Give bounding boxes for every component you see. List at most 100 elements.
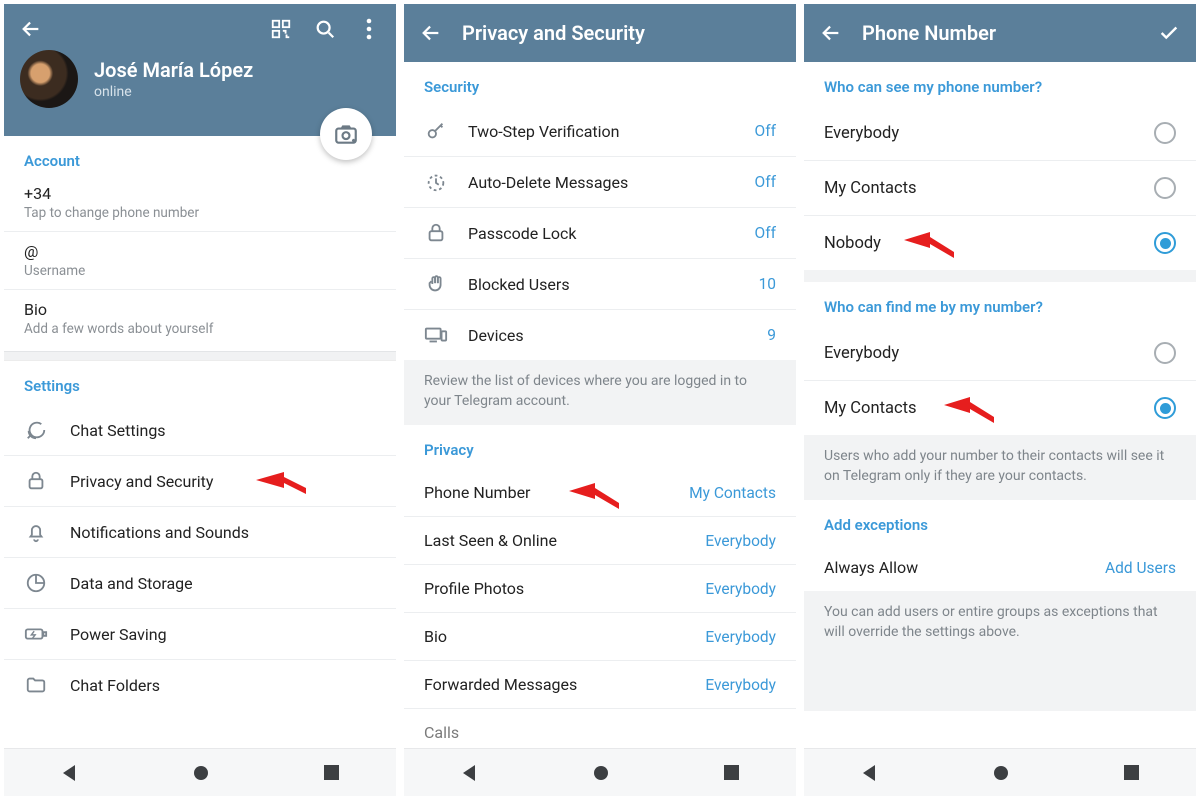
nav-back-icon[interactable] [460, 763, 480, 783]
twostep-row[interactable]: Two-Step Verification Off [404, 106, 796, 157]
folder-icon [24, 674, 48, 696]
chat-icon [24, 419, 48, 441]
see-header: Who can see my phone number? [804, 62, 1196, 106]
devices-row[interactable]: Devices 9 [404, 310, 796, 360]
radio-icon [1154, 342, 1176, 364]
privacy-settings-row[interactable]: Privacy and Security [4, 456, 396, 507]
row-value: Everybody [705, 676, 776, 694]
hand-icon [424, 273, 448, 295]
header-bar: Privacy and Security [404, 4, 796, 62]
lock-icon [24, 470, 48, 492]
nav-recent-icon[interactable] [723, 764, 740, 781]
bio-row[interactable]: Bio Everybody [404, 613, 796, 661]
row-value: Off [755, 122, 776, 140]
header-bar: Phone Number [804, 4, 1196, 62]
profile-name: José María López [94, 58, 253, 82]
android-navbar [804, 748, 1196, 796]
exceptions-header: Add exceptions [804, 500, 1196, 544]
row-value: Everybody [705, 628, 776, 646]
back-icon[interactable] [420, 22, 442, 44]
avatar[interactable] [20, 50, 78, 108]
see-nobody-row[interactable]: Nobody [804, 216, 1196, 270]
camera-button[interactable] [320, 108, 372, 160]
android-navbar [404, 748, 796, 796]
always-allow-row[interactable]: Always Allow Add Users [804, 544, 1196, 591]
radio-icon [1154, 177, 1176, 199]
nav-home-icon[interactable] [992, 764, 1010, 782]
see-contacts-row[interactable]: My Contacts [804, 161, 1196, 216]
divider [4, 351, 396, 361]
security-header: Security [404, 62, 796, 106]
phone-number-row[interactable]: Phone Number My Contacts [404, 469, 796, 517]
radio-icon [1154, 397, 1176, 419]
nav-back-icon[interactable] [860, 763, 880, 783]
row-value: My Contacts [689, 484, 776, 502]
blocked-row[interactable]: Blocked Users 10 [404, 259, 796, 310]
row-value: 9 [767, 326, 776, 344]
passcode-row[interactable]: Passcode Lock Off [404, 208, 796, 259]
back-icon[interactable] [20, 18, 42, 40]
find-header: Who can find me by my number? [804, 282, 1196, 326]
android-navbar [4, 748, 396, 796]
page-title: Privacy and Security [462, 21, 645, 45]
devices-note: Review the list of devices where you are… [404, 360, 796, 425]
row-label: Data and Storage [70, 574, 193, 593]
row-value: 10 [759, 275, 776, 293]
row-label: Chat Folders [70, 676, 160, 695]
screen-phone-number: Phone Number Who can see my phone number… [804, 4, 1196, 796]
timer-icon [424, 171, 448, 193]
search-icon[interactable] [314, 18, 336, 40]
nav-home-icon[interactable] [592, 764, 610, 782]
row-value: Everybody [705, 532, 776, 550]
page-title: Phone Number [862, 21, 1138, 45]
calls-row[interactable]: Calls [404, 709, 796, 748]
see-everybody-row[interactable]: Everybody [804, 106, 1196, 161]
nav-recent-icon[interactable] [1123, 764, 1140, 781]
screen-profile: José María López online Account +34 Tap … [4, 4, 396, 796]
radio-icon [1154, 232, 1176, 254]
find-note: Users who add your number to their conta… [804, 435, 1196, 500]
autodelete-row[interactable]: Auto-Delete Messages Off [404, 157, 796, 208]
add-users-link[interactable]: Add Users [1105, 559, 1176, 577]
forwarded-row[interactable]: Forwarded Messages Everybody [404, 661, 796, 709]
profile-header: José María López online [4, 4, 396, 136]
more-icon[interactable] [358, 18, 380, 40]
nav-back-icon[interactable] [60, 763, 80, 783]
device-icon [424, 324, 448, 346]
data-row[interactable]: Data and Storage [4, 558, 396, 609]
privacy-header: Privacy [404, 425, 796, 469]
radio-icon [1154, 122, 1176, 144]
battery-icon [24, 623, 48, 645]
check-icon[interactable] [1158, 22, 1180, 44]
lock-icon [424, 222, 448, 244]
folders-row[interactable]: Chat Folders [4, 660, 396, 710]
key-icon [424, 120, 448, 142]
nav-home-icon[interactable] [192, 764, 210, 782]
row-label: Notifications and Sounds [70, 523, 249, 542]
qr-icon[interactable] [270, 18, 292, 40]
row-value: Off [755, 173, 776, 191]
power-row[interactable]: Power Saving [4, 609, 396, 660]
row-label: Privacy and Security [70, 472, 213, 491]
screen-privacy: Privacy and Security Security Two-Step V… [404, 4, 796, 796]
pie-icon [24, 572, 48, 594]
find-everybody-row[interactable]: Everybody [804, 326, 1196, 381]
divider [804, 270, 1196, 282]
profile-status: online [94, 84, 253, 100]
settings-header: Settings [4, 361, 396, 405]
row-value: Everybody [705, 580, 776, 598]
username-item[interactable]: @ Username [4, 231, 396, 289]
phone-item[interactable]: +34 Tap to change phone number [4, 180, 396, 231]
profile-photos-row[interactable]: Profile Photos Everybody [404, 565, 796, 613]
lastseen-row[interactable]: Last Seen & Online Everybody [404, 517, 796, 565]
notifications-row[interactable]: Notifications and Sounds [4, 507, 396, 558]
row-label: Power Saving [70, 625, 167, 644]
chat-settings-row[interactable]: Chat Settings [4, 405, 396, 456]
row-label: Chat Settings [70, 421, 166, 440]
bio-item[interactable]: Bio Add a few words about yourself [4, 289, 396, 351]
find-contacts-row[interactable]: My Contacts [804, 381, 1196, 435]
back-icon[interactable] [820, 22, 842, 44]
row-value: Off [755, 224, 776, 242]
exceptions-note: You can add users or entire groups as ex… [804, 591, 1196, 711]
nav-recent-icon[interactable] [323, 764, 340, 781]
